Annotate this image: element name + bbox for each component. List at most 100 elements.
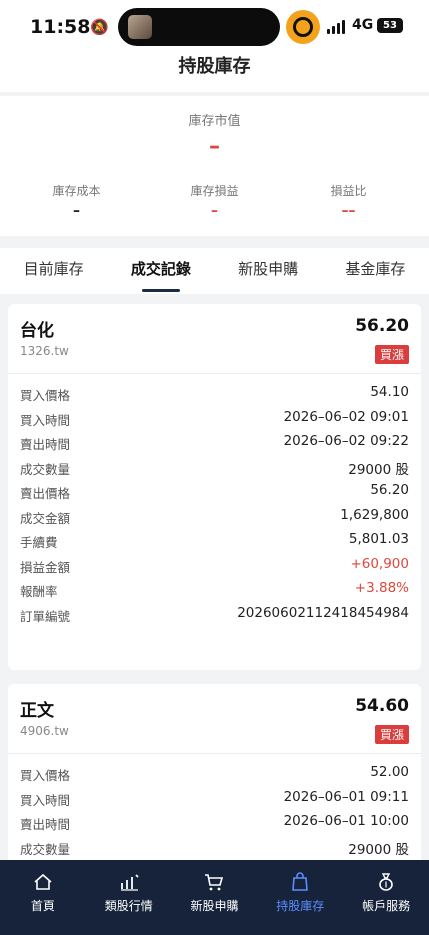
row-label: 賣出價格 bbox=[20, 486, 71, 501]
inventory-cost-stat: 庫存成本 – bbox=[5, 182, 148, 219]
detail-row: 賣出價格 56.20 bbox=[8, 480, 421, 505]
row-value: 1,629,800 bbox=[340, 506, 409, 523]
detail-row: 買入時間 2026–06–02 09:01 bbox=[8, 407, 421, 432]
stat-value: – bbox=[211, 203, 218, 219]
detail-row: 買入價格 54.10 bbox=[8, 382, 421, 407]
row-value: 56.20 bbox=[370, 482, 409, 498]
row-label: 賣出時間 bbox=[20, 437, 71, 452]
money-bag-icon bbox=[379, 873, 393, 891]
row-label: 買入時間 bbox=[20, 792, 71, 808]
trade-direction-badge: 買漲 bbox=[374, 725, 409, 744]
detail-row: 賣出時間 2026–06–01 10:00 bbox=[8, 811, 421, 836]
row-value: 29000 股 bbox=[348, 841, 409, 858]
row-label: 買入時間 bbox=[20, 412, 71, 428]
stat-label: 庫存成本 bbox=[52, 184, 101, 198]
shopping-bag-icon bbox=[292, 872, 309, 891]
nav-account[interactable]: 帳戶服務 bbox=[343, 860, 429, 935]
stat-value: – bbox=[73, 203, 80, 219]
card-header: 台化 1326.tw 56.20 買漲 bbox=[8, 304, 421, 374]
pnl-ratio-stat: 損益比 –– bbox=[277, 182, 420, 219]
trade-direction-badge: 買漲 bbox=[374, 345, 409, 364]
row-value: 20260602112418454984 bbox=[237, 604, 409, 621]
bottom-nav: 首頁 類股行情 新股申購 持股庫存 帳戶服務 bbox=[0, 860, 429, 935]
tab-trade-records[interactable]: 成交記錄 bbox=[107, 248, 214, 294]
cart-icon bbox=[205, 874, 224, 891]
stock-name: 正文 bbox=[20, 701, 54, 721]
row-value: 2026–06–02 09:01 bbox=[283, 408, 409, 425]
activity-ring-icon bbox=[286, 10, 320, 44]
detail-row: 報酬率 +3.88% bbox=[8, 578, 421, 603]
dynamic-island bbox=[118, 8, 280, 46]
row-value: 2026–06–02 09:22 bbox=[283, 433, 409, 449]
tab-ipo-subscription[interactable]: 新股申購 bbox=[215, 248, 322, 294]
record-detail-list: 買入價格 52.00 買入時間 2026–06–01 09:11 賣出時間 2026–… bbox=[8, 762, 421, 860]
page-header: 持股庫存 bbox=[0, 52, 429, 92]
tab-bar: 目前庫存 成交記錄 新股申購 基金庫存 bbox=[0, 248, 429, 294]
row-label: 買入價格 bbox=[20, 768, 71, 783]
status-time: 11:58 bbox=[30, 16, 91, 38]
nav-label: 帳戶服務 bbox=[362, 899, 411, 913]
detail-row: 手續費 5,801.03 bbox=[8, 529, 421, 554]
nav-label: 首頁 bbox=[30, 899, 55, 913]
nav-home[interactable]: 首頁 bbox=[0, 860, 86, 935]
market-value-label: 庫存市值 bbox=[188, 114, 241, 129]
stock-code: 1326.tw bbox=[20, 344, 69, 358]
row-label: 損益金額 bbox=[20, 559, 71, 575]
row-value: 2026–06–01 09:11 bbox=[283, 788, 409, 805]
row-value: 52.00 bbox=[370, 764, 409, 780]
stock-price: 56.20 bbox=[355, 316, 409, 336]
row-value: 5,801.03 bbox=[348, 531, 409, 547]
detail-row: 賣出時間 2026–06–02 09:22 bbox=[8, 431, 421, 456]
nav-holdings[interactable]: 持股庫存 bbox=[257, 860, 343, 935]
battery-icon: 53 bbox=[377, 18, 403, 33]
stat-label: 損益比 bbox=[330, 184, 367, 198]
stock-code: 4906.tw bbox=[20, 724, 69, 738]
row-label: 手續費 bbox=[20, 535, 58, 550]
page-title: 持股庫存 bbox=[178, 56, 251, 77]
detail-row: 訂單編號 20260602112418454984 bbox=[8, 603, 421, 628]
status-bar: 11:58 🔕 4G 53 bbox=[0, 0, 429, 52]
nav-label: 新股申購 bbox=[190, 899, 239, 913]
detail-row: 成交數量 29000 股 bbox=[8, 456, 421, 481]
nav-sector-market[interactable]: 類股行情 bbox=[86, 860, 172, 935]
row-label: 買入價格 bbox=[20, 388, 71, 403]
network-type: 4G bbox=[352, 17, 374, 33]
stock-name: 台化 bbox=[20, 321, 54, 341]
media-thumbnail bbox=[128, 15, 152, 39]
trade-record-card[interactable]: 台化 1326.tw 56.20 買漲 買入價格 54.10 買入時間 2026–0… bbox=[8, 304, 421, 670]
tab-fund-holdings[interactable]: 基金庫存 bbox=[322, 248, 429, 294]
row-label: 賣出時間 bbox=[20, 817, 71, 832]
market-chart-icon bbox=[120, 874, 139, 891]
detail-row: 買入時間 2026–06–01 09:11 bbox=[8, 787, 421, 812]
row-label: 成交金額 bbox=[20, 510, 71, 526]
card-header: 正文 4906.tw 54.60 買漲 bbox=[8, 684, 421, 754]
mute-bell-icon: 🔕 bbox=[90, 18, 109, 36]
market-value-amount: – bbox=[209, 134, 220, 159]
row-value: +3.88% bbox=[354, 580, 409, 596]
tab-current-holdings[interactable]: 目前庫存 bbox=[0, 248, 107, 294]
trade-record-card[interactable]: 正文 4906.tw 54.60 買漲 買入價格 52.00 買入時間 2026–0… bbox=[8, 684, 421, 874]
signal-icon bbox=[327, 20, 345, 34]
stat-label: 庫存損益 bbox=[190, 184, 239, 198]
market-value-panel: 庫存市值 – 庫存成本 – 庫存損益 – 損益比 –– bbox=[0, 96, 429, 236]
row-value: 29000 股 bbox=[348, 461, 409, 478]
nav-label: 類股行情 bbox=[104, 899, 153, 913]
inventory-pnl-stat: 庫存損益 – bbox=[143, 182, 286, 219]
row-label: 成交數量 bbox=[20, 461, 71, 477]
detail-row: 成交數量 29000 股 bbox=[8, 836, 421, 861]
detail-row: 買入價格 52.00 bbox=[8, 762, 421, 787]
home-icon bbox=[34, 873, 52, 890]
row-label: 訂單編號 bbox=[20, 608, 71, 624]
detail-row: 損益金額 +60,900 bbox=[8, 554, 421, 579]
row-value: 54.10 bbox=[370, 384, 409, 400]
nav-label: 持股庫存 bbox=[276, 899, 325, 913]
row-value: +60,900 bbox=[350, 555, 409, 572]
stock-price: 54.60 bbox=[355, 696, 409, 716]
row-label: 報酬率 bbox=[20, 584, 58, 599]
nav-ipo[interactable]: 新股申購 bbox=[172, 860, 258, 935]
detail-row: 成交金額 1,629,800 bbox=[8, 505, 421, 530]
row-label: 成交數量 bbox=[20, 841, 71, 857]
row-value: 2026–06–01 10:00 bbox=[283, 813, 409, 829]
stat-value: –– bbox=[341, 203, 356, 219]
record-detail-list: 買入價格 54.10 買入時間 2026–06–02 09:01 賣出時間 2026–… bbox=[8, 382, 421, 627]
